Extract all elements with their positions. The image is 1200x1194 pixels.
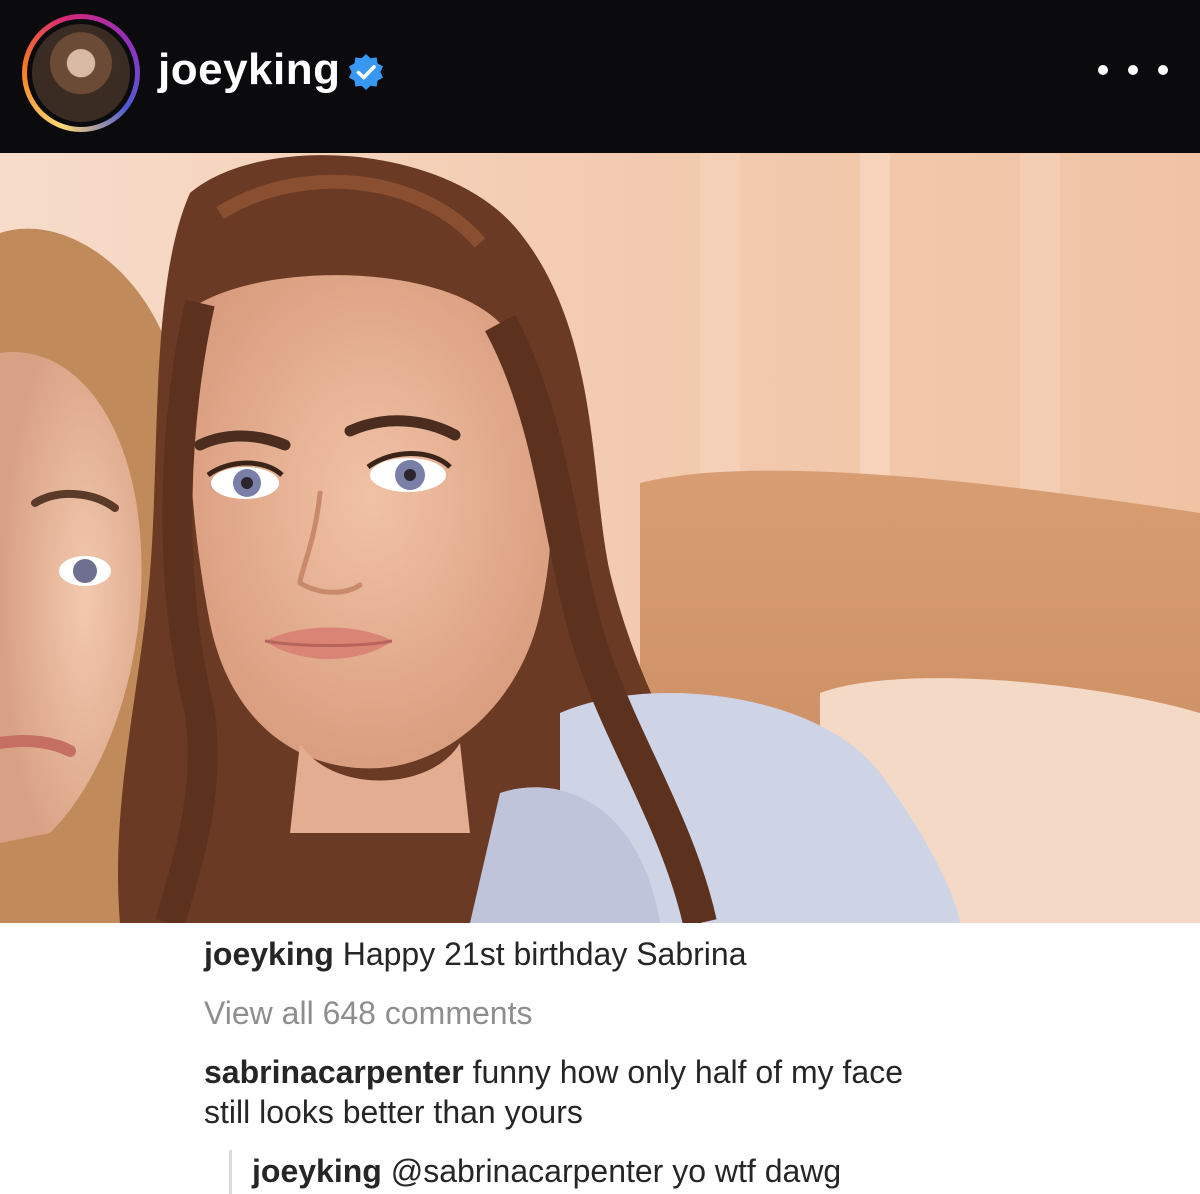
more-options-icon[interactable] <box>1098 50 1168 90</box>
comment-continued: still looks better than yours <box>204 1092 583 1132</box>
story-ring[interactable] <box>22 14 140 132</box>
reply-thread-line <box>229 1150 232 1194</box>
post-photo[interactable] <box>0 153 1200 923</box>
more-dot <box>1128 65 1138 75</box>
post-caption: joeyking Happy 21st birthday Sabrina <box>204 934 747 974</box>
caption-text: Happy 21st birthday Sabrina <box>342 936 747 972</box>
comment-username[interactable]: sabrinacarpenter <box>204 1054 464 1090</box>
reply-username[interactable]: joeyking <box>252 1153 382 1189</box>
comment-text-line1: funny how only half of my face <box>472 1054 904 1090</box>
more-dot <box>1098 65 1108 75</box>
post-username[interactable]: joeyking <box>158 42 341 98</box>
view-all-comments-link[interactable]: View all 648 comments <box>204 993 532 1033</box>
comment-text-line2: still looks better than yours <box>204 1094 583 1130</box>
avatar-frame <box>27 19 135 127</box>
verified-badge-icon <box>349 54 383 90</box>
reply: joeyking @sabrinacarpenter yo wtf dawg <box>252 1151 841 1191</box>
more-dot <box>1158 65 1168 75</box>
avatar[interactable] <box>32 24 130 122</box>
photo-illustration <box>0 153 1200 923</box>
reply-text: @sabrinacarpenter yo wtf dawg <box>390 1153 842 1189</box>
caption-username[interactable]: joeyking <box>204 936 334 972</box>
post-header: joeyking <box>0 0 1200 153</box>
comment: sabrinacarpenter funny how only half of … <box>204 1052 903 1092</box>
